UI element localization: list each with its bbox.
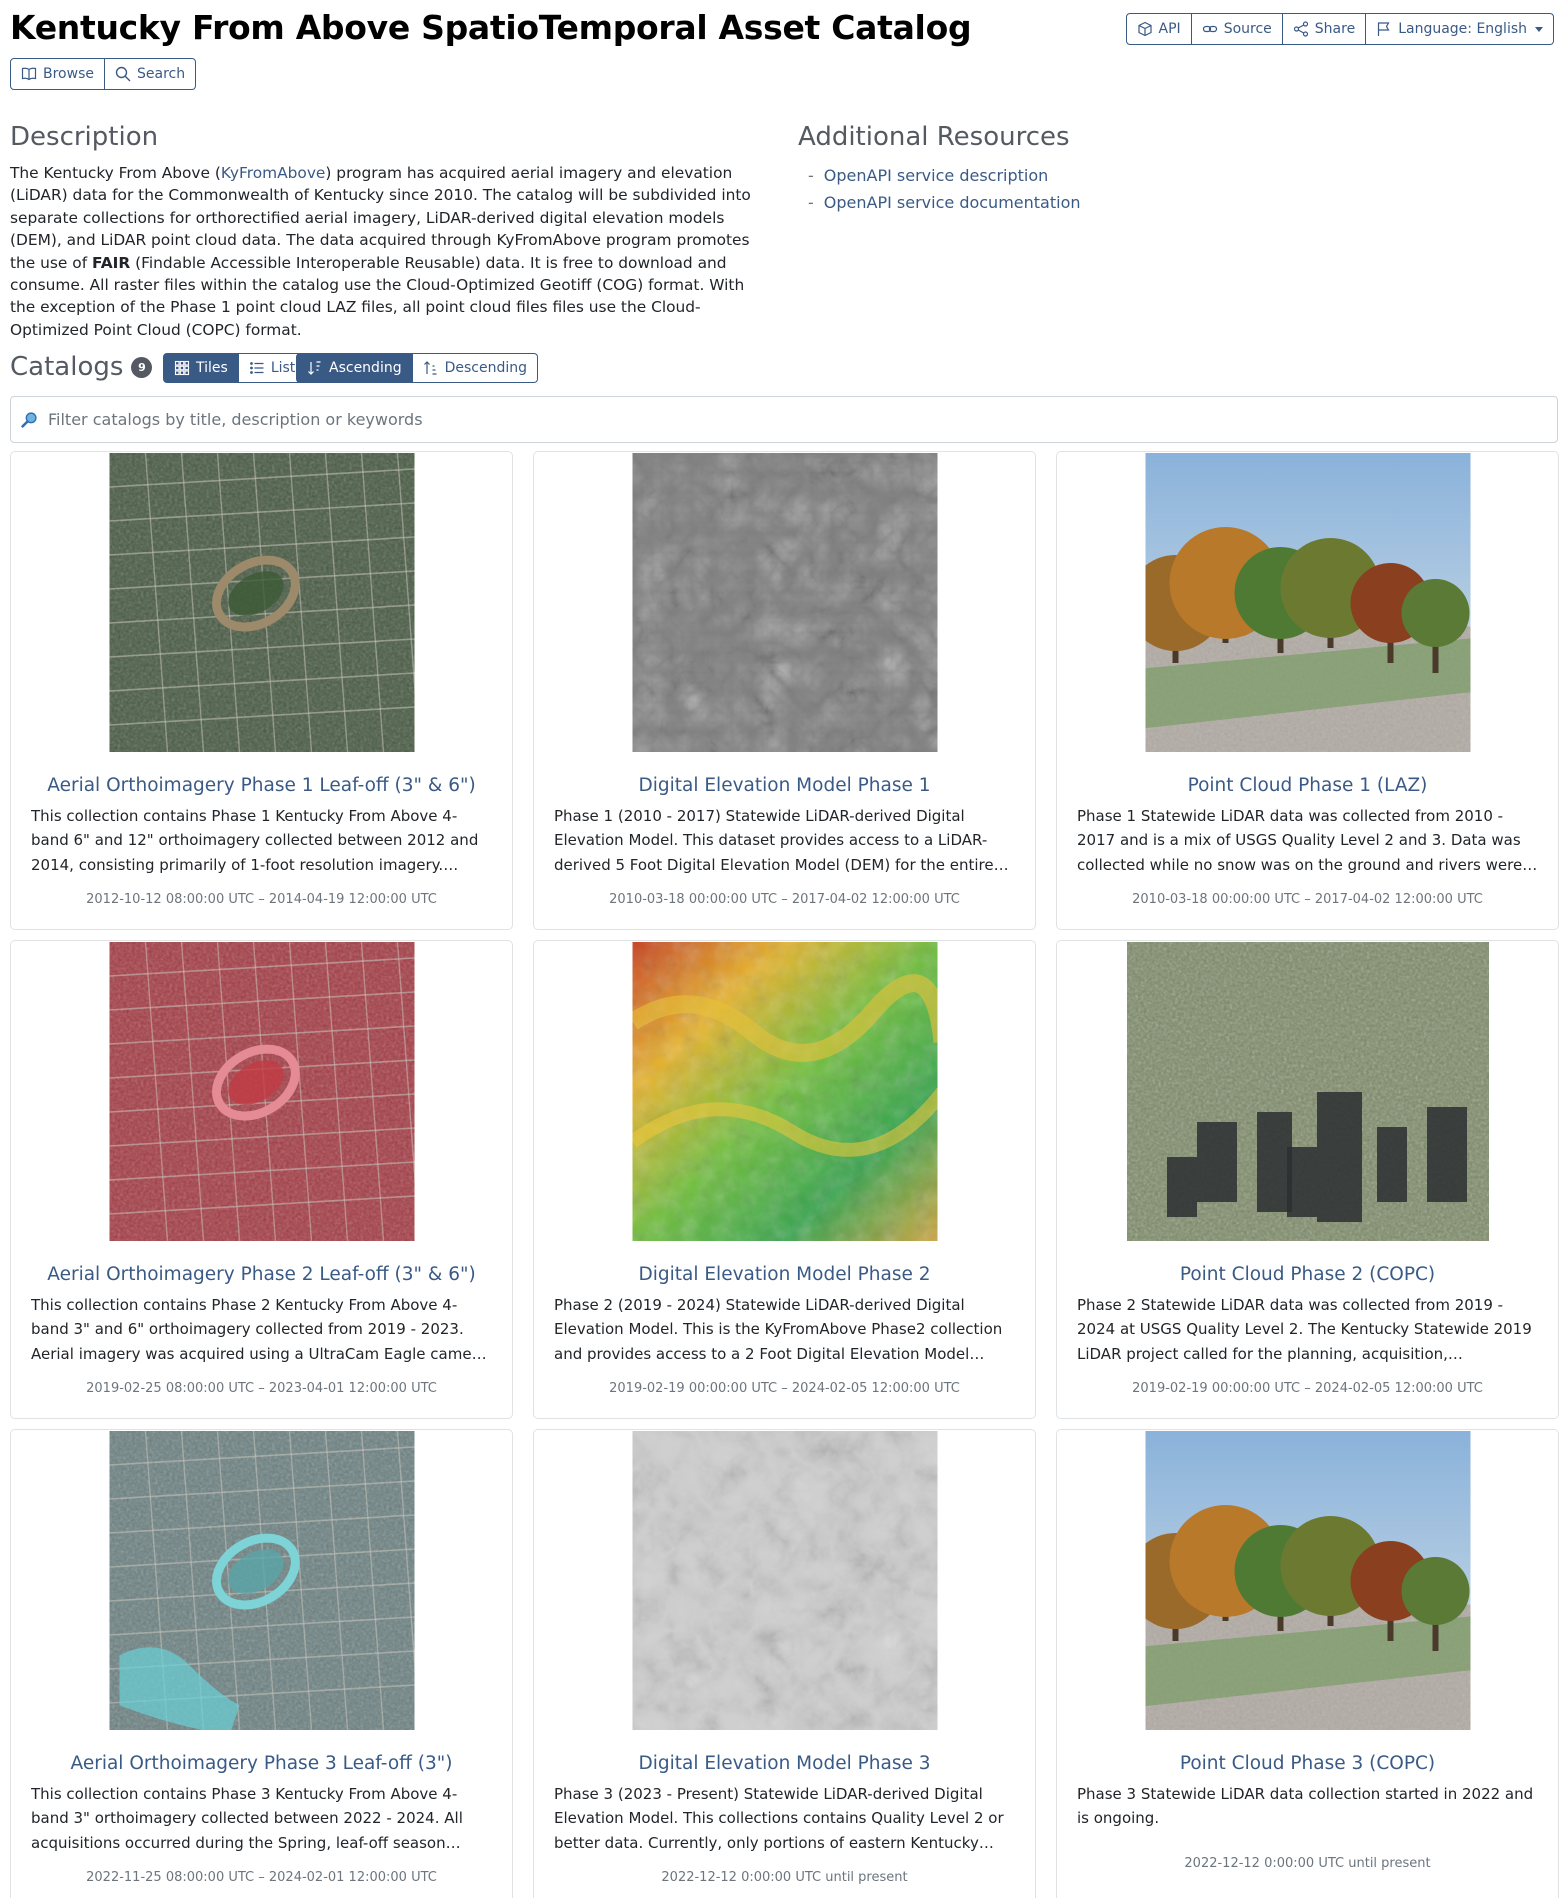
resources-heading: Additional Resources — [798, 122, 1070, 152]
catalog-card[interactable]: Digital Elevation Model Phase 3 Phase 3 (… — [533, 1429, 1036, 1898]
catalog-card-description: Phase 3 (2023 - Present) Statewide LiDAR… — [554, 1785, 1004, 1852]
catalog-card-title[interactable]: Point Cloud Phase 2 (COPC) — [1057, 1264, 1558, 1285]
fair-bold-text: FAIR — [92, 253, 131, 272]
resource-item: OpenAPI service documentation — [808, 189, 1081, 216]
kyfromabove-link[interactable]: KyFromAbove — [221, 164, 326, 182]
catalog-card-description: Phase 3 Statewide LiDAR data collection … — [1077, 1785, 1534, 1828]
catalog-cards: Aerial Orthoimagery Phase 1 Leaf-off (3"… — [10, 451, 1559, 1898]
api-button[interactable]: API — [1125, 13, 1192, 45]
link-icon — [1202, 25, 1217, 33]
sort-ascending-button[interactable]: Ascending — [296, 353, 413, 383]
catalog-card-title[interactable]: Aerial Orthoimagery Phase 1 Leaf-off (3"… — [11, 775, 512, 796]
catalog-card-time-range: 2022-11-25 08:00:00 UTC – 2024-02-01 12:… — [86, 1870, 437, 1885]
catalogs-heading: Catalogs 9 — [10, 352, 153, 382]
catalog-thumbnail[interactable] — [109, 453, 414, 752]
catalog-card-time-range: 2019-02-19 00:00:00 UTC – 2024-02-05 12:… — [1132, 1381, 1483, 1396]
search-label: Search — [136, 66, 186, 82]
description-text-part: The Kentucky From Above ( — [10, 164, 221, 182]
catalog-card-time-range: 2010-03-18 00:00:00 UTC – 2017-04-02 12:… — [609, 892, 960, 907]
catalog-card-description: Phase 2 Statewide LiDAR data was collect… — [1077, 1296, 1532, 1363]
catalog-card-time-range: 2019-02-19 00:00:00 UTC – 2024-02-05 12:… — [609, 1381, 960, 1396]
filter-input[interactable] — [48, 410, 1547, 429]
share-label: Share — [1314, 21, 1356, 37]
catalog-card-title[interactable]: Point Cloud Phase 1 (LAZ) — [1057, 775, 1558, 796]
top-actions: API Source Share Language: English — [1125, 13, 1554, 45]
catalog-card-title[interactable]: Digital Elevation Model Phase 3 — [534, 1753, 1035, 1774]
catalog-card[interactable]: Aerial Orthoimagery Phase 1 Leaf-off (3"… — [10, 451, 513, 930]
share-button[interactable]: Share — [1282, 13, 1367, 45]
list-icon — [249, 362, 264, 374]
nav-buttons: Browse Search — [10, 58, 197, 90]
page-title: Kentucky From Above SpatioTemporal Asset… — [10, 8, 972, 47]
catalog-card[interactable]: Point Cloud Phase 3 (COPC) Phase 3 Statew… — [1056, 1429, 1559, 1898]
book-icon — [21, 67, 37, 81]
resource-item: OpenAPI service description — [808, 162, 1081, 189]
descending-label: Descending — [444, 360, 528, 376]
chevron-down-icon — [1535, 26, 1543, 32]
catalog-thumbnail[interactable] — [632, 1431, 937, 1730]
catalog-card[interactable]: Point Cloud Phase 1 (LAZ) Phase 1 Statewi… — [1056, 451, 1559, 930]
api-label: API — [1158, 21, 1181, 37]
catalog-card-title[interactable]: Digital Elevation Model Phase 2 — [534, 1264, 1035, 1285]
catalog-card-time-range: 2022-12-12 0:00:00 UTC until present — [661, 1870, 908, 1885]
catalog-card-title[interactable]: Aerial Orthoimagery Phase 3 Leaf-off (3"… — [11, 1753, 512, 1774]
catalog-card-description: This collection contains Phase 3 Kentuck… — [31, 1785, 463, 1852]
description-heading: Description — [10, 122, 159, 152]
catalog-card[interactable]: Digital Elevation Model Phase 2 Phase 2 (… — [533, 940, 1036, 1419]
search-button[interactable]: Search — [104, 58, 197, 90]
catalog-thumbnail[interactable] — [1145, 453, 1470, 752]
catalog-card-description: Phase 2 (2019 - 2024) Statewide LiDAR-de… — [554, 1296, 1003, 1363]
browse-button[interactable]: Browse — [10, 58, 105, 90]
filter-box — [10, 396, 1558, 443]
catalog-card-description: Phase 1 Statewide LiDAR data was collect… — [1077, 807, 1523, 874]
view-toggle: Tiles List — [163, 353, 307, 383]
catalog-thumbnail[interactable] — [1145, 1431, 1470, 1730]
catalog-card-title[interactable]: Digital Elevation Model Phase 1 — [534, 775, 1035, 796]
catalog-card-time-range: 2012-10-12 08:00:00 UTC – 2014-04-19 12:… — [86, 892, 437, 907]
catalog-card[interactable]: Digital Elevation Model Phase 1 Phase 1 (… — [533, 451, 1036, 930]
source-button[interactable]: Source — [1191, 13, 1283, 45]
catalog-card[interactable]: Point Cloud Phase 2 (COPC) Phase 2 Statew… — [1056, 940, 1559, 1419]
catalog-card-time-range: 2010-03-18 00:00:00 UTC – 2017-04-02 12:… — [1132, 892, 1483, 907]
catalog-thumbnail[interactable] — [1126, 942, 1489, 1241]
description-text: The Kentucky From Above (KyFromAbove) pr… — [10, 162, 765, 341]
catalog-thumbnail[interactable] — [632, 942, 937, 1241]
list-label: List — [270, 360, 296, 376]
grid-icon — [174, 360, 190, 376]
resources-list: OpenAPI service description OpenAPI serv… — [808, 162, 1081, 216]
openapi-documentation-link[interactable]: OpenAPI service documentation — [824, 193, 1081, 212]
language-dropdown[interactable]: Language: English — [1366, 13, 1554, 45]
sort-toggle: Ascending Descending — [296, 353, 539, 383]
sort-ascending-icon — [308, 361, 321, 375]
catalog-thumbnail[interactable] — [109, 942, 414, 1241]
catalog-card-time-range: 2019-02-25 08:00:00 UTC – 2023-04-01 12:… — [86, 1381, 437, 1396]
catalog-card-title[interactable]: Point Cloud Phase 3 (COPC) — [1057, 1753, 1558, 1774]
catalog-card[interactable]: Aerial Orthoimagery Phase 3 Leaf-off (3"… — [10, 1429, 513, 1898]
catalog-card-time-range: 2022-12-12 0:00:00 UTC until present — [1184, 1856, 1431, 1871]
sort-descending-icon — [423, 361, 437, 375]
tiles-label: Tiles — [196, 360, 228, 376]
sort-descending-button[interactable]: Descending — [412, 353, 539, 383]
catalogs-count-badge: 9 — [131, 356, 153, 378]
ascending-label: Ascending — [329, 360, 402, 376]
catalog-thumbnail[interactable] — [632, 453, 937, 752]
catalog-card-description: Phase 1 (2010 - 2017) Statewide LiDAR-de… — [554, 807, 994, 874]
catalog-thumbnail[interactable] — [109, 1431, 414, 1730]
search-icon — [115, 66, 131, 82]
source-label: Source — [1223, 21, 1272, 37]
language-label: Language: English — [1398, 21, 1527, 37]
catalogs-title: Catalogs — [10, 352, 124, 382]
catalog-card[interactable]: Aerial Orthoimagery Phase 2 Leaf-off (3"… — [10, 940, 513, 1419]
browse-label: Browse — [43, 66, 94, 82]
cube-icon — [1137, 21, 1152, 37]
search-icon — [21, 412, 37, 428]
tiles-view-button[interactable]: Tiles — [163, 353, 239, 383]
catalog-card-description: This collection contains Phase 2 Kentuck… — [31, 1296, 487, 1363]
catalog-card-description: This collection contains Phase 1 Kentuck… — [31, 807, 479, 874]
share-icon — [1293, 21, 1308, 37]
openapi-description-link[interactable]: OpenAPI service description — [824, 166, 1049, 185]
flag-icon — [1378, 22, 1390, 36]
catalog-card-title[interactable]: Aerial Orthoimagery Phase 2 Leaf-off (3"… — [11, 1264, 512, 1285]
